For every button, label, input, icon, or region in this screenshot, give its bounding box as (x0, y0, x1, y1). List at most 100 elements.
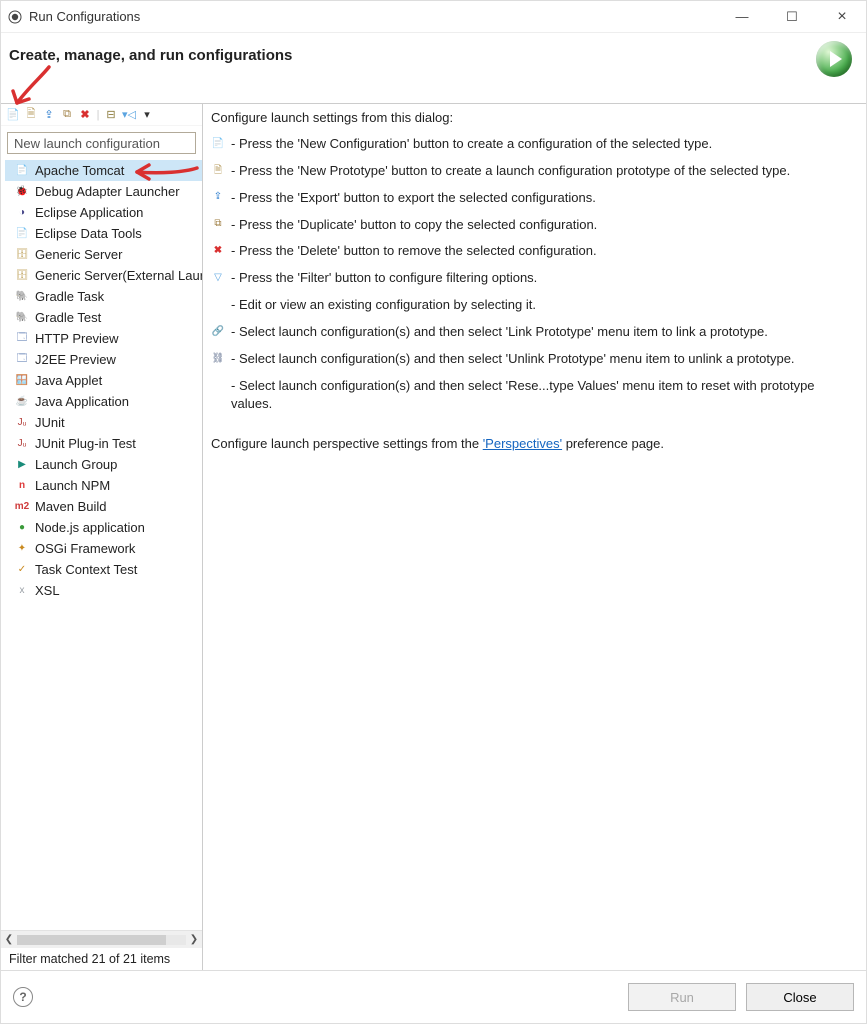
filter-input[interactable] (8, 133, 195, 153)
left-pane: 📄 🗎 ⇪ ⧉ ✖ | ⊟ ▾◁ ▾ 📄Apache Tomcat 🐞 Debug … (1, 104, 203, 970)
help-line: ⛓ - Select launch configuration(s) and t… (211, 350, 854, 369)
duplicate-icon: ⧉ (211, 218, 225, 232)
config-tree[interactable]: 📄Apache Tomcat 🐞 Debug Adapter Launcher ◑Ec… (1, 160, 202, 930)
expand-all-button[interactable]: ⊟ (103, 107, 119, 123)
tree-item[interactable]: 🗄Generic Server(External Laur (5, 265, 202, 286)
tree-item[interactable]: nLaunch NPM (5, 475, 202, 496)
window-controls: — ☐ × (726, 8, 858, 26)
tree-item-label: Java Application (35, 394, 129, 409)
scroll-right-arrow[interactable]: ❯ (186, 934, 202, 945)
unlink-icon: ⛓ (211, 352, 225, 366)
unlink-icon: ⛓ (212, 352, 225, 367)
prototype-icon: 🗎 (214, 164, 222, 179)
help-button[interactable]: ? (13, 987, 33, 1007)
tree-item[interactable]: 🪟Java Applet (5, 370, 202, 391)
tree-item[interactable]: m2Maven Build (5, 496, 202, 517)
help-text: - Press the 'New Prototype' button to cr… (231, 162, 790, 181)
horizontal-scrollbar[interactable]: ❮ ❯ (1, 930, 202, 948)
tree-item[interactable]: ◑Eclipse Application (5, 202, 202, 223)
launch-group-icon: ▶ (15, 458, 29, 472)
filter-button[interactable]: ▾◁ (121, 107, 137, 123)
gradle-icon: 🐘 (15, 311, 29, 325)
tree-item-label: Launch Group (35, 457, 117, 472)
help-text: - Select launch configuration(s) and the… (231, 350, 795, 369)
tree-item-label: Gradle Task (35, 289, 104, 304)
tree-item-label: JUnit (35, 415, 65, 430)
close-window-button[interactable]: × (826, 8, 858, 26)
tree-item[interactable]: JᵤJUnit Plug-in Test (5, 433, 202, 454)
minimize-button[interactable]: — (726, 9, 758, 24)
help-line: ✖ - Press the 'Delete' button to remove … (211, 242, 854, 261)
bug-icon: 🐞 (15, 185, 29, 199)
new-config-button[interactable]: 📄 (5, 107, 21, 123)
tree-item-label: Gradle Test (35, 310, 101, 325)
tree-item-label: J2EE Preview (35, 352, 116, 367)
duplicate-button[interactable]: ⧉ (59, 107, 75, 123)
tree-item-label: Task Context Test (35, 562, 137, 577)
tree-item[interactable]: ●Node.js application (5, 517, 202, 538)
perspectives-link[interactable]: 'Perspectives' (483, 436, 562, 451)
run-button[interactable]: Run (628, 983, 736, 1011)
help-line: ⧉ - Press the 'Duplicate' button to copy… (211, 216, 854, 235)
tree-item[interactable]: ✓ Task Context Test (5, 559, 202, 580)
tree-item-label: XSL (35, 583, 60, 598)
export-icon: ⇪ (214, 190, 222, 205)
help-line: 🗎 - Press the 'New Prototype' button to … (211, 162, 854, 181)
tree-item-label: Generic Server (35, 247, 122, 262)
tree-item[interactable]: 📄Eclipse Data Tools (5, 223, 202, 244)
tree-item-label: Maven Build (35, 499, 107, 514)
java-icon: ☕ (15, 395, 29, 409)
help-text: - Press the 'Export' button to export th… (231, 189, 596, 208)
tree-item[interactable]: 🐞 Debug Adapter Launcher (5, 181, 202, 202)
delete-button[interactable]: ✖ (77, 107, 93, 123)
help-heading: Configure launch settings from this dial… (211, 110, 854, 125)
task-icon: ✓ (15, 563, 29, 577)
blank-icon (211, 298, 225, 312)
filter-status: Filter matched 21 of 21 items (1, 948, 202, 970)
tree-item-label: Launch NPM (35, 478, 110, 493)
delete-icon: ✖ (211, 244, 225, 258)
scroll-track[interactable] (17, 935, 186, 945)
dialog-header: Create, manage, and run configurations (1, 33, 866, 103)
help-text: - Press the 'New Configuration' button t… (231, 135, 712, 154)
new-icon: 📄 (212, 137, 224, 152)
prototype-icon: 🗎 (211, 164, 225, 178)
help-text: - Edit or view an existing configuration… (231, 296, 536, 315)
tree-item[interactable]: 🗄Generic Server (5, 244, 202, 265)
blank-icon (211, 379, 225, 393)
help-line: - Select launch configuration(s) and the… (211, 377, 854, 415)
tree-item[interactable]: ✦OSGi Framework (5, 538, 202, 559)
preview-icon: 🗔 (15, 353, 29, 367)
junit-icon: Jᵤ (15, 416, 29, 430)
doc-icon: 📄 (15, 164, 29, 178)
node-icon: ● (15, 521, 29, 535)
tree-item-label: Debug Adapter Launcher (35, 184, 180, 199)
persp-post: preference page. (562, 436, 664, 451)
tree-item[interactable]: 📄Apache Tomcat (5, 160, 202, 181)
scroll-left-arrow[interactable]: ❮ (1, 934, 17, 945)
applet-icon: 🪟 (15, 374, 29, 388)
export-icon: ⇪ (211, 191, 225, 205)
scroll-thumb[interactable] (17, 935, 166, 945)
tree-item[interactable]: ▶ Launch Group (5, 454, 202, 475)
tree-item-label: JUnit Plug-in Test (35, 436, 136, 451)
maximize-button[interactable]: ☐ (776, 9, 808, 25)
view-menu-button[interactable]: ▾ (139, 107, 155, 123)
tree-item[interactable]: 🐘 Gradle Test (5, 307, 202, 328)
tree-item[interactable]: 🗔HTTP Preview (5, 328, 202, 349)
tree-item[interactable]: x XSL (5, 580, 202, 601)
tree-item[interactable]: Jᵤ JUnit (5, 412, 202, 433)
osgi-icon: ✦ (15, 542, 29, 556)
separator: | (95, 107, 101, 123)
window-title: Run Configurations (29, 9, 726, 24)
tree-item-label: Eclipse Application (35, 205, 143, 220)
new-prototype-button[interactable]: 🗎 (23, 107, 39, 123)
filter-icon: ▽ (211, 271, 225, 285)
tree-item[interactable]: 🗔 J2EE Preview (5, 349, 202, 370)
close-button[interactable]: Close (746, 983, 854, 1011)
export-button[interactable]: ⇪ (41, 107, 57, 123)
tree-item[interactable]: ☕ Java Application (5, 391, 202, 412)
tree-item[interactable]: 🐘Gradle Task (5, 286, 202, 307)
xsl-icon: x (15, 584, 29, 598)
app-icon (7, 9, 23, 25)
